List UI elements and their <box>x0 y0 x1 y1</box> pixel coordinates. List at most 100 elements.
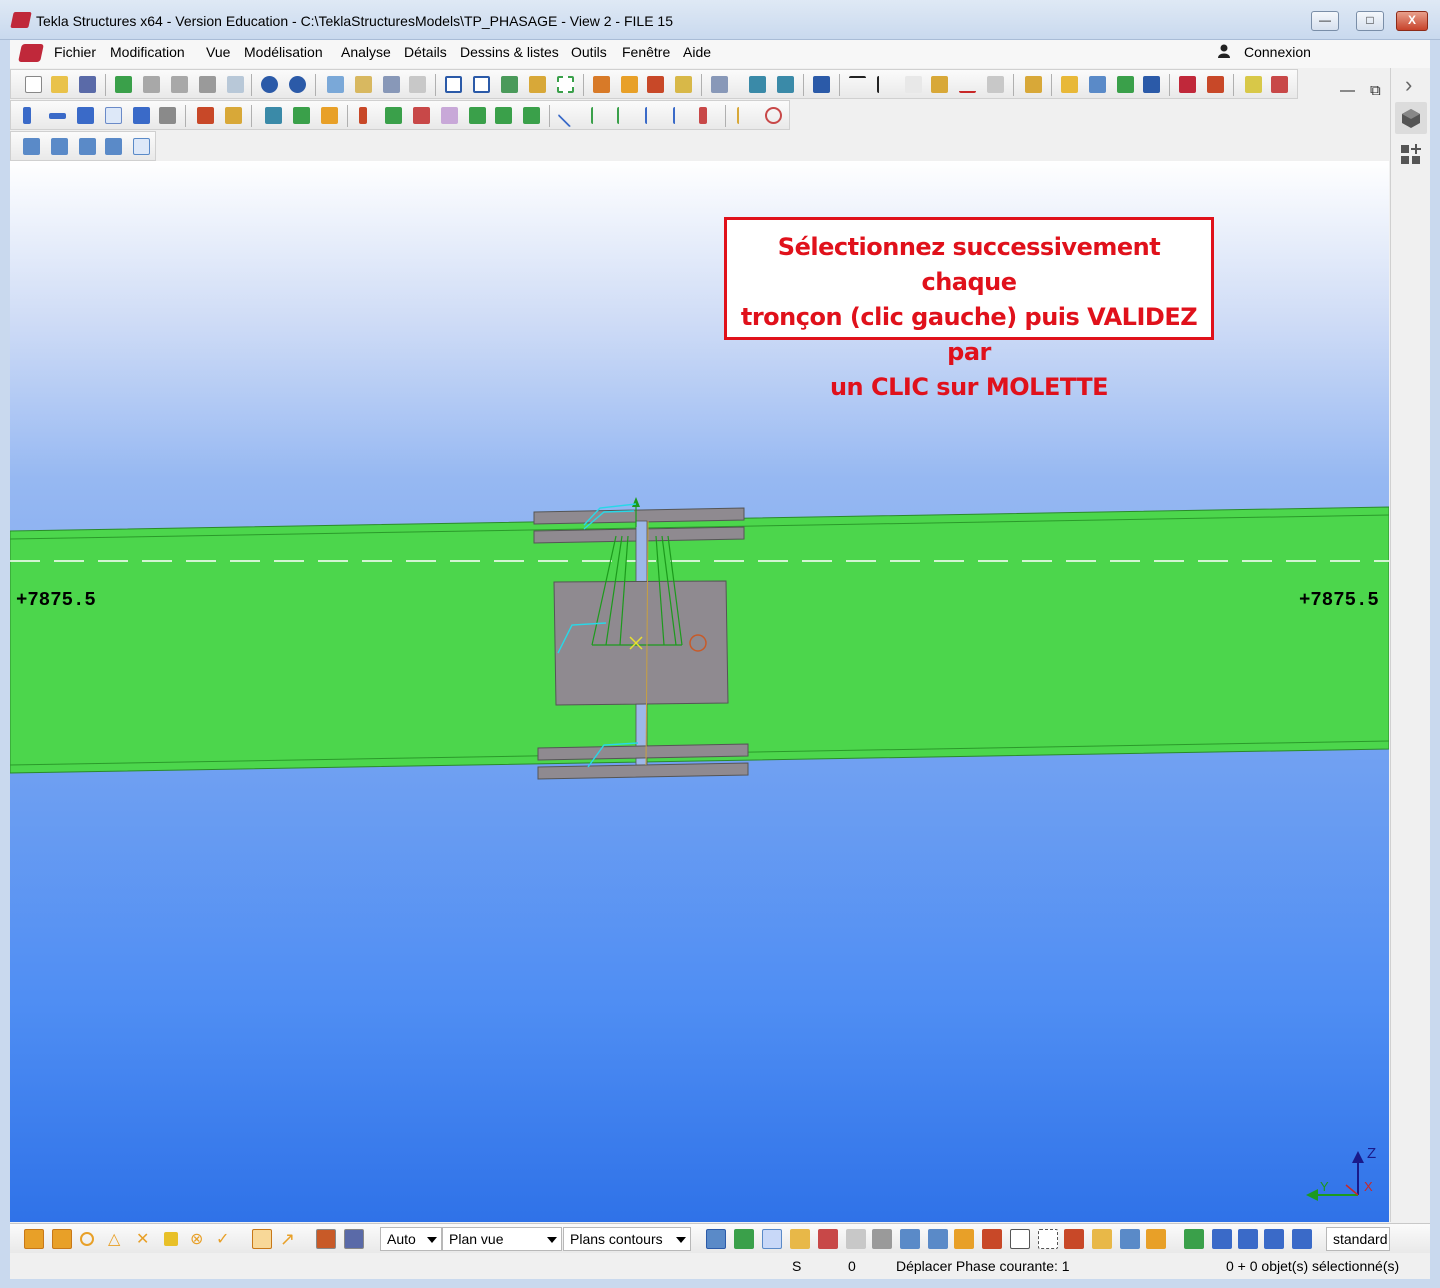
menu-outils[interactable]: Outils <box>571 44 607 60</box>
fitting-icon[interactable] <box>359 107 367 124</box>
snap-toggle-icon[interactable] <box>24 1229 44 1249</box>
select-assembly-icon[interactable] <box>1120 1229 1140 1249</box>
redo-icon[interactable] <box>289 76 306 93</box>
snap-arrow-icon[interactable]: ↗ <box>280 1229 300 1249</box>
menu-vue[interactable]: Vue <box>206 44 230 60</box>
select-view-icon[interactable] <box>1010 1229 1030 1249</box>
filter-icon[interactable] <box>711 76 728 93</box>
select-reference-icon[interactable] <box>982 1229 1002 1249</box>
mdi-restore-button[interactable]: ⧉ <box>1370 82 1381 99</box>
compare-icon[interactable] <box>227 76 244 93</box>
fit-view-icon[interactable] <box>105 138 122 155</box>
side-pane-expand-button[interactable]: › <box>1405 72 1412 98</box>
angle-icon[interactable] <box>931 76 948 93</box>
measure-icon[interactable] <box>905 76 922 93</box>
select-grid-icon[interactable] <box>900 1229 920 1249</box>
bolt-dim-icon[interactable] <box>987 76 1004 93</box>
move-icon[interactable] <box>749 76 766 93</box>
applications-pane-button[interactable] <box>1395 138 1427 170</box>
select-gridline-icon[interactable] <box>928 1229 948 1249</box>
snap-end-icon[interactable] <box>52 1229 72 1249</box>
cloud-icon[interactable] <box>143 76 160 93</box>
new-model-icon[interactable] <box>25 76 42 93</box>
snap-perpendicular-icon[interactable] <box>164 1232 178 1246</box>
organizer-icon[interactable] <box>1117 76 1134 93</box>
select-cast-unit-icon[interactable] <box>1264 1229 1284 1249</box>
export-icon[interactable] <box>1245 76 1262 93</box>
beam-icon[interactable] <box>49 113 66 119</box>
cut-line-icon[interactable] <box>385 107 402 124</box>
select-single-icon[interactable] <box>1292 1229 1312 1249</box>
plane-view-icon[interactable] <box>344 1229 364 1249</box>
curved-beam-icon[interactable] <box>105 107 122 124</box>
weld-icon[interactable] <box>225 107 242 124</box>
menu-fichier[interactable]: Fichier <box>54 44 96 60</box>
menu-modelisation[interactable]: Modélisation <box>244 44 323 60</box>
paste-icon[interactable] <box>355 76 372 93</box>
select-cut-icon[interactable] <box>872 1229 892 1249</box>
footing-icon[interactable] <box>265 107 282 124</box>
model-view[interactable]: Z X Y Sélectionnez successivement chaque… <box>10 161 1389 1222</box>
copy-special-icon[interactable] <box>777 76 794 93</box>
save-icon[interactable] <box>79 76 96 93</box>
bolt-icon[interactable] <box>197 107 214 124</box>
menu-dessins-listes[interactable]: Dessins & listes <box>460 44 559 60</box>
work-plane-select[interactable]: Auto <box>380 1227 442 1251</box>
select-pour-icon[interactable] <box>1092 1229 1112 1249</box>
weld-prep-icon[interactable] <box>523 107 540 124</box>
menu-details[interactable]: Détails <box>404 44 447 60</box>
twin-profile-icon[interactable] <box>133 107 150 124</box>
point-on-line-icon[interactable] <box>737 107 754 124</box>
select-weld-icon[interactable] <box>846 1229 866 1249</box>
select-bolt-icon[interactable] <box>818 1229 838 1249</box>
edge-chamfer-icon[interactable] <box>495 107 512 124</box>
extensions-icon[interactable] <box>1207 76 1224 93</box>
plate-icon[interactable] <box>159 107 176 124</box>
column-icon[interactable] <box>23 107 31 124</box>
close-button[interactable]: X <box>1396 11 1428 31</box>
selection-filter-select[interactable]: standard <box>1326 1227 1390 1251</box>
plane-select-icon[interactable] <box>316 1229 336 1249</box>
cut-polygon-icon[interactable] <box>413 107 430 124</box>
point-line-icon[interactable] <box>591 107 608 124</box>
point-intersection-icon[interactable] <box>673 107 690 124</box>
select-filter-icon[interactable] <box>1184 1229 1204 1249</box>
dimension-icon[interactable] <box>849 76 866 93</box>
print-icon[interactable] <box>383 76 400 93</box>
select-subassembly-icon[interactable] <box>1238 1229 1258 1249</box>
fit-selected-icon[interactable] <box>79 138 96 155</box>
select-point-icon[interactable] <box>954 1229 974 1249</box>
select-surface-icon[interactable] <box>762 1229 782 1249</box>
fit-all-icon[interactable] <box>133 138 150 155</box>
snap-intersection-icon[interactable]: ✕ <box>136 1229 156 1249</box>
snap-override-icon[interactable] <box>252 1229 272 1249</box>
tekla-warehouse-icon[interactable] <box>1179 76 1196 93</box>
lock-icon[interactable] <box>199 76 216 93</box>
plane-type-select[interactable]: Plan vue <box>442 1227 562 1251</box>
point-parallel-icon[interactable] <box>645 107 662 124</box>
undo-icon[interactable] <box>261 76 278 93</box>
component-icon[interactable] <box>593 76 610 93</box>
select-part-icon[interactable] <box>734 1229 754 1249</box>
select-nested-icon[interactable] <box>1212 1229 1232 1249</box>
menu-modification[interactable]: Modification <box>110 44 185 60</box>
select-rebar-icon[interactable] <box>1064 1229 1084 1249</box>
calendar-icon[interactable] <box>1143 76 1160 93</box>
work-area-icon[interactable] <box>23 138 40 155</box>
properties-icon[interactable] <box>409 76 426 93</box>
inquire-icon[interactable] <box>813 76 830 93</box>
open-model-icon[interactable] <box>51 76 68 93</box>
assembly-icon[interactable] <box>647 76 664 93</box>
select-plane-icon[interactable] <box>1038 1229 1058 1249</box>
menu-fenetre[interactable]: Fenêtre <box>622 44 670 60</box>
group-icon[interactable] <box>1061 76 1078 93</box>
fit-area-icon[interactable] <box>51 138 68 155</box>
snap-free-icon[interactable]: ✓ <box>216 1229 236 1249</box>
maximize-button[interactable]: □ <box>1356 11 1384 31</box>
mdi-minimize-button[interactable]: — <box>1340 82 1355 99</box>
report-icon[interactable] <box>1089 76 1106 93</box>
snap-line-icon[interactable]: ⊗ <box>190 1229 210 1249</box>
connexion-link[interactable]: Connexion <box>1244 44 1311 60</box>
snap-midpoint-icon[interactable]: △ <box>108 1229 128 1249</box>
copy-icon[interactable] <box>327 76 344 93</box>
